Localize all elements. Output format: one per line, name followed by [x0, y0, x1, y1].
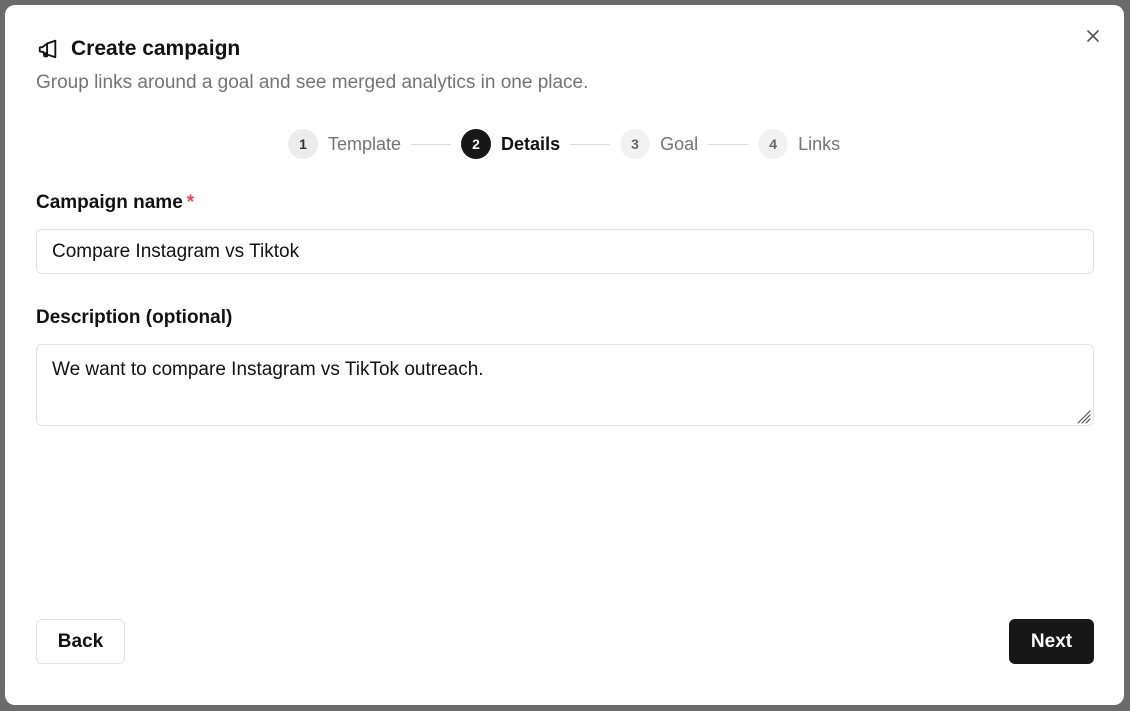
- dialog-header: Create campaign: [36, 37, 240, 61]
- step-connector: [570, 143, 611, 145]
- step-number: 1: [288, 129, 318, 159]
- step-connector: [411, 143, 452, 145]
- step-goal[interactable]: 3 Goal: [620, 129, 698, 159]
- step-label: Links: [798, 133, 841, 154]
- step-number: 4: [758, 129, 789, 159]
- dialog-subtitle: Group links around a goal and see merged…: [36, 72, 589, 93]
- close-icon: [1086, 29, 1100, 48]
- description-textarea[interactable]: We want to compare Instagram vs TikTok o…: [36, 344, 1094, 426]
- campaign-name-label-text: Campaign name: [36, 192, 183, 213]
- resize-handle-icon[interactable]: [1075, 407, 1091, 424]
- step-label: Goal: [660, 133, 699, 154]
- step-label: Details: [501, 133, 561, 154]
- campaign-name-input[interactable]: Compare Instagram vs Tiktok: [36, 229, 1094, 274]
- description-label: Description (optional): [36, 307, 233, 328]
- step-connector: [708, 143, 749, 145]
- description-text: We want to compare Instagram vs TikTok o…: [52, 359, 484, 380]
- step-number: 3: [620, 129, 651, 159]
- step-links[interactable]: 4 Links: [758, 129, 840, 159]
- megaphone-icon: [36, 37, 60, 61]
- step-label: Template: [328, 133, 402, 154]
- close-button[interactable]: [1082, 27, 1104, 49]
- step-details[interactable]: 2 Details: [461, 129, 560, 159]
- required-asterisk: *: [186, 192, 195, 213]
- dialog-title: Create campaign: [71, 37, 241, 60]
- create-campaign-dialog: Create campaign Group links around a goa…: [5, 5, 1124, 705]
- next-button[interactable]: Next: [1009, 619, 1094, 664]
- step-template[interactable]: 1 Template: [288, 129, 401, 159]
- step-number: 2: [461, 129, 492, 159]
- back-button[interactable]: Back: [36, 619, 125, 664]
- stepper: 1 Template 2 Details 3 Goal 4 Links: [288, 129, 840, 159]
- campaign-name-label: Campaign name *: [36, 192, 194, 214]
